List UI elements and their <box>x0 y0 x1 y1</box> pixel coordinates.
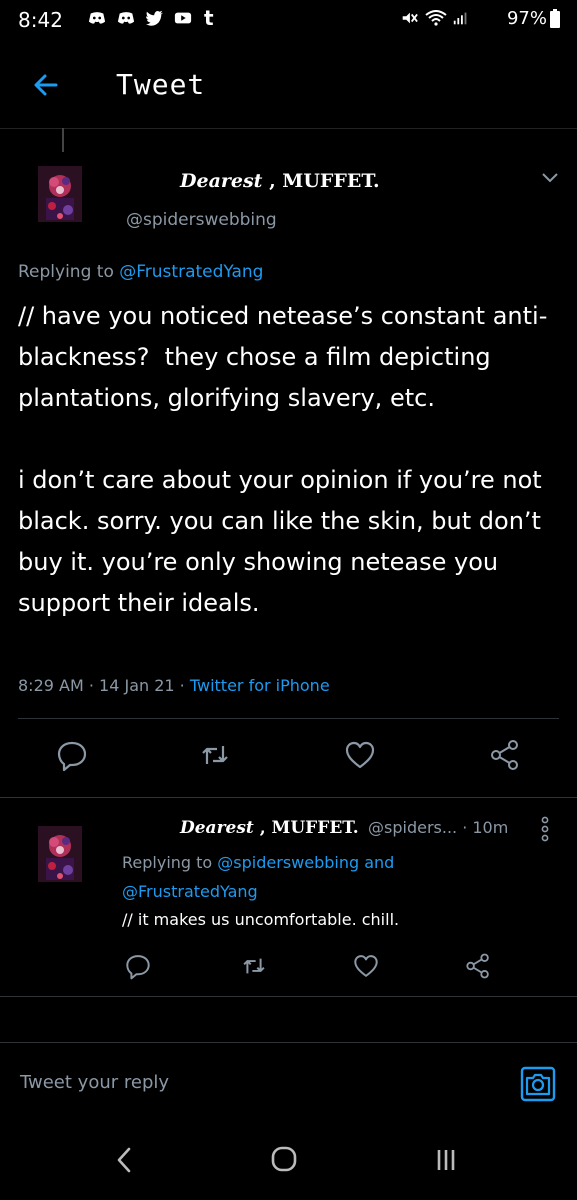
replying-to: Replying to @spiderswebbing and @Frustrat… <box>122 848 522 906</box>
camera-icon[interactable] <box>520 1066 556 1102</box>
battery-percent: 97% <box>506 8 547 29</box>
nav-back-icon[interactable] <box>112 1146 136 1174</box>
like-icon[interactable] <box>343 738 377 772</box>
reply-display-name[interactable]: Dearest , MUFFET. <box>180 818 359 838</box>
display-name-rest: , MUFFET. <box>262 170 380 192</box>
share-icon[interactable] <box>464 952 492 980</box>
replying-to-link[interactable]: @spiderswebbing <box>217 853 359 872</box>
replying-to-and: and <box>359 853 395 872</box>
display-name-rest: , MUFFET. <box>253 818 359 838</box>
reply-icon[interactable] <box>124 952 152 980</box>
tweet-source[interactable]: Twitter for iPhone <box>190 676 330 695</box>
discord-icon <box>117 12 135 24</box>
reply-handle-time[interactable]: @spiders... · 10m <box>368 818 508 837</box>
tweet-time: 8:29 AM <box>18 676 84 695</box>
tumblr-icon: t <box>204 6 214 30</box>
replying-to: Replying to @FrustratedYang <box>18 262 263 282</box>
share-icon[interactable] <box>488 738 522 772</box>
user-handle[interactable]: @spiderswebbing <box>126 210 277 230</box>
display-name[interactable]: Dearest , MUFFET. <box>180 170 380 192</box>
page-title: Tweet <box>116 68 206 101</box>
replying-to-link[interactable]: @FrustratedYang <box>122 882 258 901</box>
divider <box>0 1042 577 1043</box>
avatar[interactable] <box>38 826 82 882</box>
reply-icon[interactable] <box>55 738 89 772</box>
tweet-actions <box>0 738 577 782</box>
mute-icon <box>402 12 418 24</box>
tweet-text: // have you noticed netease’s constant a… <box>18 302 548 617</box>
reply-input[interactable]: Tweet your reply <box>20 1072 169 1093</box>
retweet-icon[interactable] <box>198 738 232 772</box>
battery-icon <box>550 9 560 28</box>
avatar[interactable] <box>38 166 82 222</box>
signal-icon <box>453 12 467 25</box>
display-name-script: Dearest <box>180 170 263 192</box>
thread-connector-line <box>62 128 64 152</box>
twitter-icon <box>146 10 164 26</box>
youtube-icon <box>174 12 192 24</box>
divider <box>0 996 577 997</box>
discord-icon <box>88 12 106 24</box>
divider <box>0 797 577 798</box>
reply-tweet-text: // it makes us uncomfortable. chill. <box>122 910 400 929</box>
wifi-icon <box>425 10 447 26</box>
tweet-meta: 8:29 AM · 14 Jan 21 · Twitter for iPhone <box>18 676 330 695</box>
retweet-icon[interactable] <box>240 952 268 980</box>
replying-to-prefix: Replying to <box>18 262 120 282</box>
reply-tweet-actions <box>0 952 577 982</box>
header <box>0 40 577 129</box>
replying-to-link[interactable]: @FrustratedYang <box>119 262 263 282</box>
divider <box>18 718 559 719</box>
chevron-down-icon[interactable] <box>540 170 560 186</box>
meta-separator: · <box>174 676 190 695</box>
replying-to-prefix: Replying to <box>122 853 218 872</box>
status-bar: 8:42 t 97% <box>0 0 577 40</box>
tweet-date: 14 Jan 21 <box>99 676 175 695</box>
nav-home-icon[interactable] <box>270 1145 298 1173</box>
status-time: 8:42 <box>18 8 63 32</box>
more-options-icon[interactable] <box>540 816 550 842</box>
back-arrow-icon[interactable] <box>30 70 60 100</box>
like-icon[interactable] <box>352 952 380 980</box>
nav-recents-icon[interactable] <box>434 1148 458 1172</box>
meta-separator: · <box>83 676 100 695</box>
display-name-script: Dearest <box>180 818 254 838</box>
